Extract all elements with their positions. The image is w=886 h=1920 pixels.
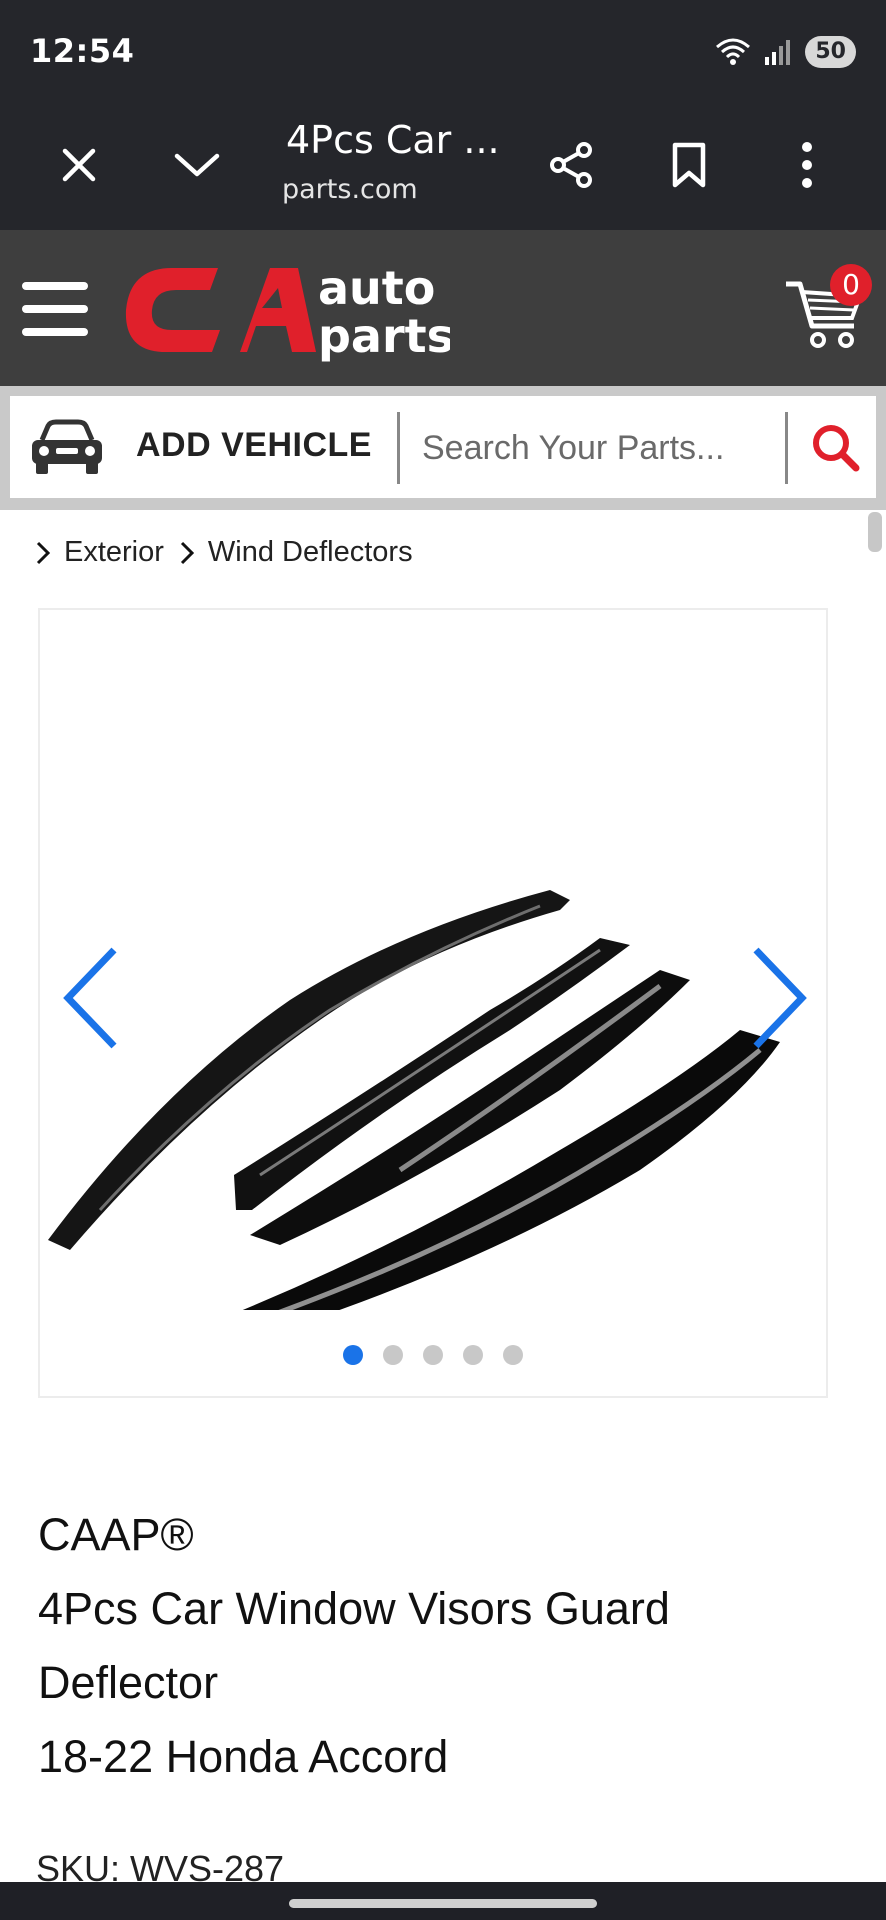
product-title-line: Deflector (38, 1657, 219, 1708)
chevron-down-icon (174, 153, 220, 177)
minimize-button[interactable] (162, 130, 232, 200)
divider (785, 412, 788, 484)
prev-slide-button[interactable] (60, 940, 130, 1060)
slide-dot[interactable] (343, 1345, 363, 1365)
breadcrumb-label[interactable]: Exterior (64, 536, 164, 569)
search-card: ADD VEHICLE (10, 396, 876, 498)
chevron-right-icon (753, 947, 807, 1049)
logo-text-bottom: parts (318, 309, 450, 363)
close-tab-button[interactable] (44, 130, 114, 200)
more-vertical-icon (802, 142, 812, 188)
product-image[interactable] (40, 670, 828, 1310)
status-time: 12:54 (30, 32, 135, 70)
product-title-line: 4Pcs Car Window Visors Guard (38, 1583, 670, 1634)
menu-icon[interactable] (22, 278, 90, 340)
search-button[interactable] (802, 414, 868, 480)
product-title-block: CAAP® 4Pcs Car Window Visors Guard Defle… (38, 1498, 858, 1794)
breadcrumb-item-exterior[interactable]: Exterior (36, 536, 164, 569)
breadcrumb-label[interactable]: Wind Deflectors (208, 536, 413, 569)
page: 12:54 50 4Pcs Car ... parts.com auto par… (0, 0, 886, 1920)
chevron-left-icon (63, 947, 117, 1049)
product-title-line: 18-22 Honda Accord (38, 1731, 449, 1782)
product-brand: CAAP® (38, 1509, 194, 1560)
slide-indicators (40, 1345, 826, 1365)
page-url[interactable]: parts.com (282, 174, 418, 205)
battery-icon: 50 (805, 36, 856, 68)
search-input[interactable] (420, 408, 794, 488)
logo-text-top: auto (318, 261, 435, 315)
slide-dot[interactable] (423, 1345, 443, 1365)
slide-dot[interactable] (503, 1345, 523, 1365)
close-icon (62, 148, 96, 182)
slide-dot[interactable] (463, 1345, 483, 1365)
site-logo[interactable]: auto parts (120, 254, 450, 364)
share-icon (550, 142, 592, 188)
scrollbar[interactable] (868, 512, 882, 552)
breadcrumb-item-wind-deflectors[interactable]: Wind Deflectors (180, 536, 413, 569)
breadcrumb: Exterior Wind Deflectors (36, 536, 429, 569)
home-gesture-handle[interactable] (289, 1899, 597, 1908)
chevron-right-icon (36, 541, 50, 564)
car-icon[interactable] (28, 418, 106, 476)
status-icons: 50 (715, 32, 856, 72)
browser-toolbar: 4Pcs Car ... parts.com (0, 100, 886, 230)
system-nav-bar (0, 1882, 886, 1920)
product-image-gallery[interactable] (38, 608, 828, 1398)
search-icon (813, 425, 860, 472)
chevron-right-icon (180, 541, 194, 564)
cart-count-badge[interactable]: 0 (830, 264, 872, 306)
tab-title[interactable]: 4Pcs Car ... (286, 118, 500, 162)
next-slide-button[interactable] (740, 940, 810, 1060)
status-bar: 12:54 50 (0, 0, 886, 100)
add-vehicle-button[interactable]: ADD VEHICLE (136, 426, 372, 465)
signal-icon (765, 40, 791, 65)
bookmark-icon (672, 142, 706, 188)
more-options-button[interactable] (772, 130, 842, 200)
site-header: auto parts 0 (0, 230, 886, 386)
bookmark-button[interactable] (654, 130, 724, 200)
share-button[interactable] (536, 130, 606, 200)
slide-dot[interactable] (383, 1345, 403, 1365)
divider (397, 412, 400, 484)
wifi-icon (716, 38, 751, 65)
search-strip: ADD VEHICLE (0, 386, 886, 510)
